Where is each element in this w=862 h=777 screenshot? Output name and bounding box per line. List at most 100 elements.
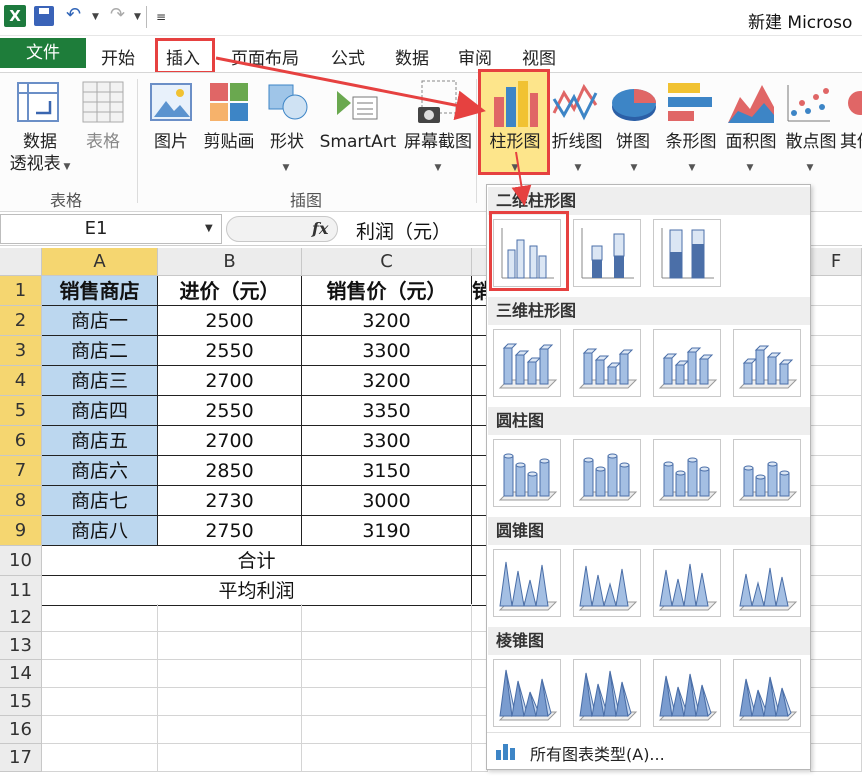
3d-percent-stacked-column-option[interactable] <box>653 329 721 397</box>
save-icon[interactable] <box>34 6 54 26</box>
percent-stacked-pyramid-option[interactable] <box>653 659 721 727</box>
column-chart-button[interactable]: 柱形图 <box>482 131 548 153</box>
formula-input[interactable]: 利润（元） <box>356 217 451 244</box>
row-header-6[interactable]: 6 <box>0 426 42 456</box>
data-cell[interactable]: 2500 <box>158 306 302 336</box>
row-header-15[interactable]: 15 <box>0 688 42 716</box>
line-chart-button[interactable]: 折线图 <box>546 131 608 153</box>
pie-chart-dropdown-icon[interactable]: ▼ <box>626 157 642 179</box>
cell-empty[interactable] <box>810 276 862 306</box>
cell-empty[interactable] <box>42 688 158 716</box>
row-header-8[interactable]: 8 <box>0 486 42 516</box>
cell-empty[interactable] <box>42 632 158 660</box>
stacked-cylinder-option[interactable] <box>573 439 641 507</box>
area-chart-dropdown-icon[interactable]: ▼ <box>742 157 758 179</box>
shapes-dropdown-icon[interactable]: ▼ <box>278 157 294 179</box>
row-header-5[interactable]: 5 <box>0 396 42 426</box>
cell-empty[interactable] <box>810 336 862 366</box>
tab-data[interactable]: 数据 <box>395 44 429 69</box>
percent-stacked-column-option[interactable] <box>653 219 721 287</box>
data-cell[interactable]: 商店三 <box>42 366 158 396</box>
name-box[interactable]: E1 <box>0 214 222 244</box>
data-cell[interactable]: 2700 <box>158 426 302 456</box>
data-cell[interactable]: 3200 <box>302 366 472 396</box>
cell-empty[interactable] <box>42 660 158 688</box>
cell-empty[interactable] <box>302 660 472 688</box>
stacked-pyramid-option[interactable] <box>573 659 641 727</box>
row-header-1[interactable]: 1 <box>0 276 42 306</box>
data-cell[interactable]: 2550 <box>158 396 302 426</box>
row-header-9[interactable]: 9 <box>0 516 42 546</box>
data-cell[interactable]: 3000 <box>302 486 472 516</box>
all-chart-types-button[interactable]: 所有图表类型(A)... <box>530 741 665 765</box>
tab-home[interactable]: 开始 <box>101 44 135 69</box>
data-cell[interactable]: 2700 <box>158 366 302 396</box>
cell-empty[interactable] <box>810 546 862 576</box>
data-cell[interactable]: 商店八 <box>42 516 158 546</box>
clustered-cylinder-option[interactable] <box>493 439 561 507</box>
cell-empty[interactable] <box>810 716 862 744</box>
cell-empty[interactable] <box>42 604 158 632</box>
area-chart-button[interactable]: 面积图 <box>722 131 780 153</box>
clustered-cone-option[interactable] <box>493 549 561 617</box>
data-cell[interactable]: 商店六 <box>42 456 158 486</box>
data-cell[interactable]: 2730 <box>158 486 302 516</box>
3d-clustered-column-option[interactable] <box>493 329 561 397</box>
scatter-chart-dropdown-icon[interactable]: ▼ <box>802 157 818 179</box>
header-cell[interactable]: 进价（元） <box>158 276 302 306</box>
data-cell[interactable]: 2850 <box>158 456 302 486</box>
bar-chart-dropdown-icon[interactable]: ▼ <box>684 157 700 179</box>
redo-dropdown-icon[interactable]: ▼ <box>134 12 141 22</box>
cell-empty[interactable] <box>810 366 862 396</box>
data-cell[interactable]: 2750 <box>158 516 302 546</box>
line-chart-dropdown-icon[interactable]: ▼ <box>570 157 586 179</box>
row-header-17[interactable]: 17 <box>0 744 42 772</box>
cell-empty[interactable] <box>42 716 158 744</box>
row-header-3[interactable]: 3 <box>0 336 42 366</box>
cell-empty[interactable] <box>810 456 862 486</box>
column-header-f[interactable]: F <box>810 248 862 276</box>
cell-empty[interactable] <box>810 744 862 772</box>
scatter-chart-button[interactable]: 散点图 <box>782 131 840 153</box>
stacked-column-option[interactable] <box>573 219 641 287</box>
cell-empty[interactable] <box>158 660 302 688</box>
cell-empty[interactable] <box>810 306 862 336</box>
cell-empty[interactable] <box>810 396 862 426</box>
clipart-button[interactable]: 剪贴画 <box>200 131 258 153</box>
row-header-11[interactable]: 11 <box>0 576 42 606</box>
customize-toolbar-icon[interactable]: ≡ <box>156 10 166 24</box>
bar-chart-button[interactable]: 条形图 <box>662 131 720 153</box>
row-header-12[interactable]: 12 <box>0 604 42 632</box>
name-box-dropdown-icon[interactable]: ▼ <box>205 223 213 234</box>
header-cell[interactable]: 销售商店 <box>42 276 158 306</box>
row-header-13[interactable]: 13 <box>0 632 42 660</box>
undo-icon[interactable]: ↶ <box>66 4 81 25</box>
3d-column-option[interactable] <box>733 329 801 397</box>
cell-empty[interactable] <box>158 744 302 772</box>
percent-stacked-cylinder-option[interactable] <box>653 439 721 507</box>
row-header-16[interactable]: 16 <box>0 716 42 744</box>
column-header-c[interactable]: C <box>302 248 472 276</box>
data-cell[interactable]: 3190 <box>302 516 472 546</box>
tab-file[interactable]: 文件 <box>0 38 86 68</box>
data-cell[interactable]: 商店五 <box>42 426 158 456</box>
cell-empty[interactable] <box>42 744 158 772</box>
cell-empty[interactable] <box>158 716 302 744</box>
cell-empty[interactable] <box>810 660 862 688</box>
data-cell[interactable]: 3150 <box>302 456 472 486</box>
screenshot-dropdown-icon[interactable]: ▼ <box>430 157 446 179</box>
3d-stacked-column-option[interactable] <box>573 329 641 397</box>
3d-cone-option[interactable] <box>733 549 801 617</box>
row-header-10[interactable]: 10 <box>0 546 42 576</box>
undo-dropdown-icon[interactable]: ▼ <box>92 12 99 22</box>
column-header-b[interactable]: B <box>158 248 302 276</box>
3d-cylinder-option[interactable] <box>733 439 801 507</box>
cell-empty[interactable] <box>302 632 472 660</box>
shapes-button[interactable]: 形状 <box>264 131 310 153</box>
insert-function-button[interactable]: fx <box>312 219 328 238</box>
column-header-a[interactable]: A <box>42 248 158 276</box>
cell-empty[interactable] <box>302 716 472 744</box>
data-cell[interactable]: 商店七 <box>42 486 158 516</box>
data-cell[interactable]: 3300 <box>302 336 472 366</box>
percent-stacked-cone-option[interactable] <box>653 549 721 617</box>
